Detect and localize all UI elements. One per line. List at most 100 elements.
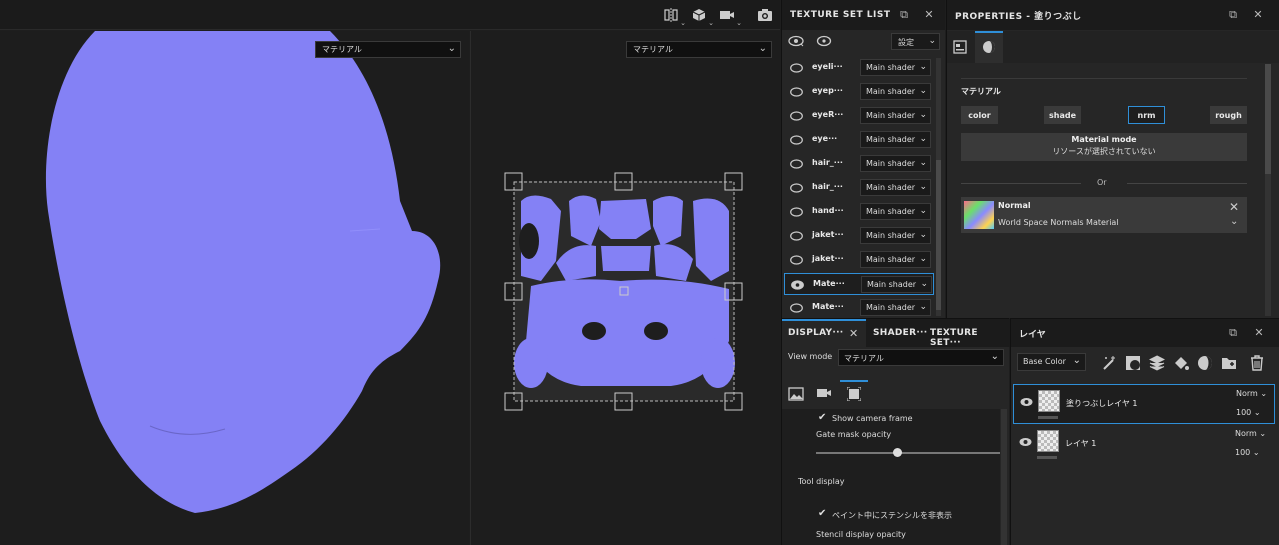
- layer-opacity[interactable]: 100 ⌄: [1236, 408, 1261, 417]
- channel-nrm-button[interactable]: nrm: [1128, 106, 1165, 124]
- shader-select[interactable]: Main shader ⌄: [860, 299, 931, 316]
- layer-opacity[interactable]: 100 ⌄: [1235, 448, 1260, 457]
- shader-select[interactable]: Main shader ⌄: [860, 251, 931, 268]
- display-scrollbar[interactable]: [1001, 409, 1007, 545]
- tab-shader[interactable]: SHADER···: [873, 328, 928, 338]
- layer-blend-mode[interactable]: Norm ⌄: [1235, 429, 1266, 438]
- remove-material-icon[interactable]: ✕: [1229, 200, 1239, 214]
- texture-set-row[interactable]: Mate··· Main shader ⌄: [784, 297, 934, 319]
- show-camera-frame-checkbox[interactable]: ✔: [818, 412, 826, 423]
- layer-name[interactable]: レイヤ 1: [1065, 438, 1096, 449]
- material-mode-value: リソースが選択されていない: [1052, 147, 1156, 156]
- shader-select[interactable]: Main shader ⌄: [860, 59, 931, 76]
- channel-shade-button[interactable]: shade: [1044, 106, 1081, 124]
- visibility-eye-icon[interactable]: [790, 111, 803, 121]
- shader-select[interactable]: Main shader ⌄: [860, 227, 931, 244]
- visibility-eye-icon[interactable]: [790, 207, 803, 217]
- texture-set-row[interactable]: hair_··· Main shader ⌄: [784, 153, 934, 175]
- layer-row-fill[interactable]: 塗りつぶしレイヤ 1 Norm ⌄ 100 ⌄: [1013, 384, 1275, 424]
- layer-row-paint[interactable]: レイヤ 1 Norm ⌄ 100 ⌄: [1013, 425, 1275, 465]
- visibility-eye-icon[interactable]: [790, 135, 803, 145]
- visibility-eye-icon[interactable]: [790, 303, 803, 313]
- chevron-down-icon: ⌄: [1072, 355, 1081, 366]
- texture-set-row[interactable]: eyeli··· Main shader ⌄: [784, 57, 934, 79]
- texture-set-row[interactable]: Mate··· Main shader ⌄: [784, 273, 934, 295]
- visibility-eye-icon[interactable]: [790, 159, 803, 169]
- texture-set-row[interactable]: jaket··· Main shader ⌄: [784, 249, 934, 271]
- shader-select[interactable]: Main shader ⌄: [860, 203, 931, 220]
- visibility-eye-icon[interactable]: [790, 231, 803, 241]
- add-effect-icon[interactable]: [1101, 355, 1117, 371]
- close-icon[interactable]: ✕: [1253, 327, 1265, 339]
- camera-view-icon[interactable]: ⌄: [716, 6, 742, 27]
- texture-set-row[interactable]: jaket··· Main shader ⌄: [784, 225, 934, 247]
- divider: [961, 183, 1081, 184]
- gate-mask-opacity-slider[interactable]: [816, 452, 1000, 454]
- tab-texture-set[interactable]: TEXTURE SET···: [930, 328, 1009, 348]
- add-smart-material-icon[interactable]: [1197, 355, 1213, 371]
- uv-layout: [504, 172, 743, 411]
- tab-camera[interactable]: [816, 387, 832, 401]
- undock-icon[interactable]: ⧉: [1227, 9, 1239, 21]
- texture-set-row[interactable]: hair_··· Main shader ⌄: [784, 177, 934, 199]
- visibility-eye-icon[interactable]: [790, 183, 803, 193]
- viewport-3d[interactable]: マテリアル ⌄: [0, 31, 469, 545]
- solo-visibility-icon[interactable]: [816, 35, 832, 49]
- shader-select[interactable]: Main shader ⌄: [861, 276, 932, 293]
- chevron-down-icon: ⌄: [919, 86, 927, 96]
- layer-name[interactable]: 塗りつぶしレイヤ 1: [1066, 398, 1137, 409]
- visibility-eye-icon[interactable]: [790, 255, 803, 265]
- texture-set-row[interactable]: eyep··· Main shader ⌄: [784, 81, 934, 103]
- properties-scroll-thumb[interactable]: [1265, 64, 1271, 174]
- visibility-eye-icon[interactable]: [790, 63, 803, 73]
- texture-set-scroll-thumb[interactable]: [936, 160, 941, 310]
- close-icon[interactable]: ✕: [849, 327, 858, 340]
- chevron-down-icon[interactable]: ⌄: [1230, 216, 1238, 227]
- tab-layer-properties[interactable]: [953, 40, 967, 54]
- add-layer-stack-icon[interactable]: [1149, 355, 1165, 371]
- shader-select[interactable]: Main shader ⌄: [860, 179, 931, 196]
- shader-select[interactable]: Main shader ⌄: [860, 83, 931, 100]
- close-icon[interactable]: ✕: [1252, 9, 1264, 21]
- visibility-eye-icon[interactable]: [790, 87, 803, 97]
- texture-set-row[interactable]: hand··· Main shader ⌄: [784, 201, 934, 223]
- add-fill-layer-icon[interactable]: [1173, 355, 1189, 371]
- shader-select[interactable]: Main shader ⌄: [860, 155, 931, 172]
- cube-view-icon[interactable]: ⌄: [688, 6, 714, 27]
- shader-select[interactable]: Main shader ⌄: [860, 131, 931, 148]
- undock-icon[interactable]: ⧉: [1227, 327, 1239, 339]
- visibility-eye-icon[interactable]: [1020, 397, 1033, 407]
- add-mask-icon[interactable]: [1125, 355, 1141, 371]
- symmetry-icon[interactable]: ⌄: [660, 6, 686, 27]
- viewport-2d[interactable]: マテリアル ⌄: [470, 31, 780, 545]
- delete-layer-icon[interactable]: [1249, 355, 1265, 371]
- hide-stencil-checkbox[interactable]: ✔: [818, 508, 826, 519]
- material-mode-box[interactable]: Material mode リソースが選択されていない: [961, 133, 1247, 161]
- shader-select[interactable]: Main shader ⌄: [860, 107, 931, 124]
- add-folder-icon[interactable]: [1221, 355, 1237, 371]
- texture-set-row[interactable]: eye··· Main shader ⌄: [784, 129, 934, 151]
- texture-set-name: eye···: [812, 134, 838, 143]
- texture-set-row[interactable]: eyeR··· Main shader ⌄: [784, 105, 934, 127]
- view-mode-select[interactable]: マテリアル ⌄: [838, 349, 1004, 366]
- material-mode-label: Material mode: [1071, 135, 1137, 144]
- visibility-eye-icon[interactable]: [791, 280, 804, 290]
- texture-set-list-title: TEXTURE SET LIST: [782, 0, 945, 30]
- close-icon[interactable]: ✕: [923, 9, 935, 21]
- layer-blend-mode[interactable]: Norm ⌄: [1236, 389, 1267, 398]
- screenshot-icon[interactable]: [754, 6, 776, 24]
- texture-set-settings-select[interactable]: 設定 ⌄: [891, 33, 940, 50]
- tab-viewer[interactable]: [840, 380, 868, 406]
- channel-color-button[interactable]: color: [961, 106, 998, 124]
- gate-mask-opacity-handle[interactable]: [892, 448, 902, 457]
- undock-icon[interactable]: ⧉: [898, 9, 910, 21]
- tab-material-properties[interactable]: [975, 31, 1003, 63]
- channel-rough-button[interactable]: rough: [1210, 106, 1247, 124]
- channel-select[interactable]: Base Color ⌄: [1017, 353, 1086, 371]
- texture-set-name: eyep···: [812, 86, 843, 95]
- material-card[interactable]: Normal World Space Normals Material ✕ ⌄: [961, 197, 1247, 233]
- visibility-toggle-all-icon[interactable]: [788, 35, 804, 49]
- viewport3d-material-select[interactable]: マテリアル ⌄: [315, 41, 461, 58]
- visibility-eye-icon[interactable]: [1019, 437, 1032, 447]
- tab-environment[interactable]: [788, 387, 804, 401]
